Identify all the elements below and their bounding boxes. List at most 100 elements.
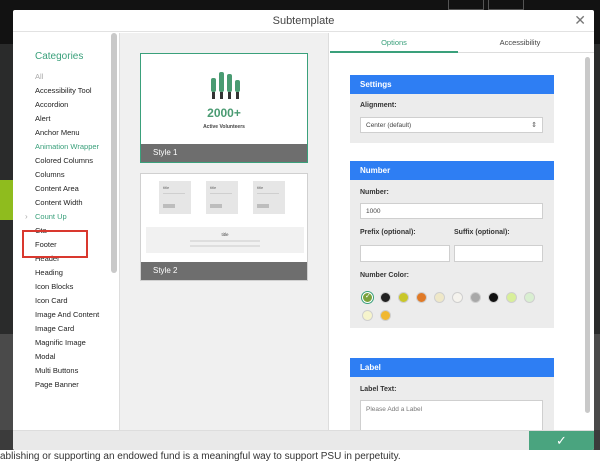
category-item[interactable]: Image Card [35,324,115,333]
category-label: Magnific Image [35,338,86,347]
settings-heading: Settings [350,75,554,94]
options-scrollbar[interactable] [585,57,590,413]
label-section: Label Label Text: Please Add a Label [350,358,554,433]
category-item[interactable]: Accordion [35,100,115,109]
mini-card-button [210,204,222,208]
color-swatch[interactable] [416,292,427,303]
color-swatch[interactable] [380,292,391,303]
selected-category-highlight [22,230,88,258]
label-heading: Label [350,358,554,377]
close-icon[interactable]: ✕ [574,12,586,29]
color-swatch[interactable] [380,310,391,321]
mini-card-title: title [257,185,264,190]
category-item[interactable]: Magnific Image [35,338,115,347]
category-item[interactable]: Modal [35,352,115,361]
categories-heading: Categories [35,51,84,62]
mini-card-button [163,204,175,208]
category-item[interactable]: Icon Card [35,296,115,305]
options-panel: Options Accessibility Settings Alignment… [330,33,594,433]
count-up-subtitle: Active Volunteers [203,124,245,130]
category-label: Content Area [35,184,79,193]
category-label: Multi Buttons [35,366,79,375]
label-text-label: Label Text: [360,386,397,393]
color-swatch[interactable] [506,292,517,303]
mini-card-title: title [163,185,170,190]
mini-card: title [253,181,285,214]
style-1-label: Style 1 [141,144,307,162]
category-label: Icon Card [35,296,68,305]
color-swatch[interactable] [362,310,373,321]
category-item[interactable]: Anchor Menu [35,128,115,137]
number-color-label: Number Color: [360,272,409,279]
mini-card: title [159,181,191,214]
banner-title: title [221,232,229,237]
number-input[interactable]: 1000 [360,203,543,219]
color-swatch[interactable] [452,292,463,303]
modal-title: Subtemplate [13,10,594,32]
category-item[interactable]: Content Width [35,198,115,207]
mini-card-line [210,193,232,194]
color-swatch[interactable]: ✓ [362,292,373,303]
category-item[interactable]: Content Area [35,184,115,193]
tab-options[interactable]: Options [330,33,458,53]
category-item[interactable]: › Count Up [25,212,115,221]
mini-card-line [163,193,185,194]
count-up-number: 2000+ [207,106,241,120]
modal-footer: ✓ [13,430,594,450]
color-swatch[interactable] [488,292,499,303]
category-item[interactable]: Colored Columns [35,156,115,165]
mini-card-line [257,193,279,194]
confirm-button[interactable]: ✓ [529,431,594,450]
tab-accessibility[interactable]: Accessibility [458,33,582,53]
category-label: Image Card [35,324,75,333]
chevron-right-icon: › [25,212,28,221]
settings-section: Settings Alignment: Center (default) ⇕ [350,75,554,143]
suffix-input[interactable] [454,245,543,262]
category-item[interactable]: Multi Buttons [35,366,115,375]
category-item[interactable]: All [35,72,115,81]
check-icon: ✓ [365,293,371,300]
options-tabs: Options Accessibility [330,33,594,53]
category-item[interactable]: Animation Wrapper [35,142,115,151]
number-label: Number: [360,189,389,196]
alignment-value: Center (default) [366,122,412,129]
banner-line [190,240,260,242]
style-2-card[interactable]: title title title title Style 2 [140,173,308,281]
prefix-label: Prefix (optional): [360,229,416,236]
raised-hands-icon [211,72,240,99]
category-item[interactable]: Alert [35,114,115,123]
category-label: Content Width [35,198,83,207]
category-label: Animation Wrapper [35,142,100,151]
alignment-select[interactable]: Center (default) ⇕ [360,117,543,133]
categories-scrollbar[interactable] [111,33,117,273]
background-footer-text: ablishing or supporting an endowed fund … [0,451,401,462]
color-swatch[interactable] [524,292,535,303]
category-item[interactable]: Page Banner [35,380,115,389]
category-item[interactable]: Heading [35,268,115,277]
banner-line [190,245,260,247]
label-text-input[interactable]: Please Add a Label [360,400,543,433]
category-label: Icon Blocks [35,282,74,291]
category-item[interactable]: Columns [35,170,115,179]
category-item[interactable]: Icon Blocks [35,282,115,291]
style-1-card[interactable]: 2000+ Active Volunteers Style 1 [140,53,308,163]
style-2-label: Style 2 [141,262,307,280]
category-label: Accordion [35,100,69,109]
background-tab [448,0,484,10]
style-2-banner: title [146,227,304,253]
category-item[interactable]: Image And Content [35,310,115,319]
background-accent [0,180,14,220]
style-previews-panel: 2000+ Active Volunteers Style 1 title ti… [119,33,329,430]
background-tab [488,0,524,10]
mini-card-button [257,204,269,208]
color-swatch[interactable] [434,292,445,303]
mini-card: title [206,181,238,214]
color-swatch[interactable] [470,292,481,303]
color-swatch[interactable] [398,292,409,303]
category-label: Columns [35,170,65,179]
number-section: Number Number: 1000 Prefix (optional): S… [350,161,554,328]
category-item[interactable]: Accessibility Tool [35,86,115,95]
number-heading: Number [350,161,554,180]
prefix-input[interactable] [360,245,450,262]
suffix-label: Suffix (optional): [454,229,510,236]
